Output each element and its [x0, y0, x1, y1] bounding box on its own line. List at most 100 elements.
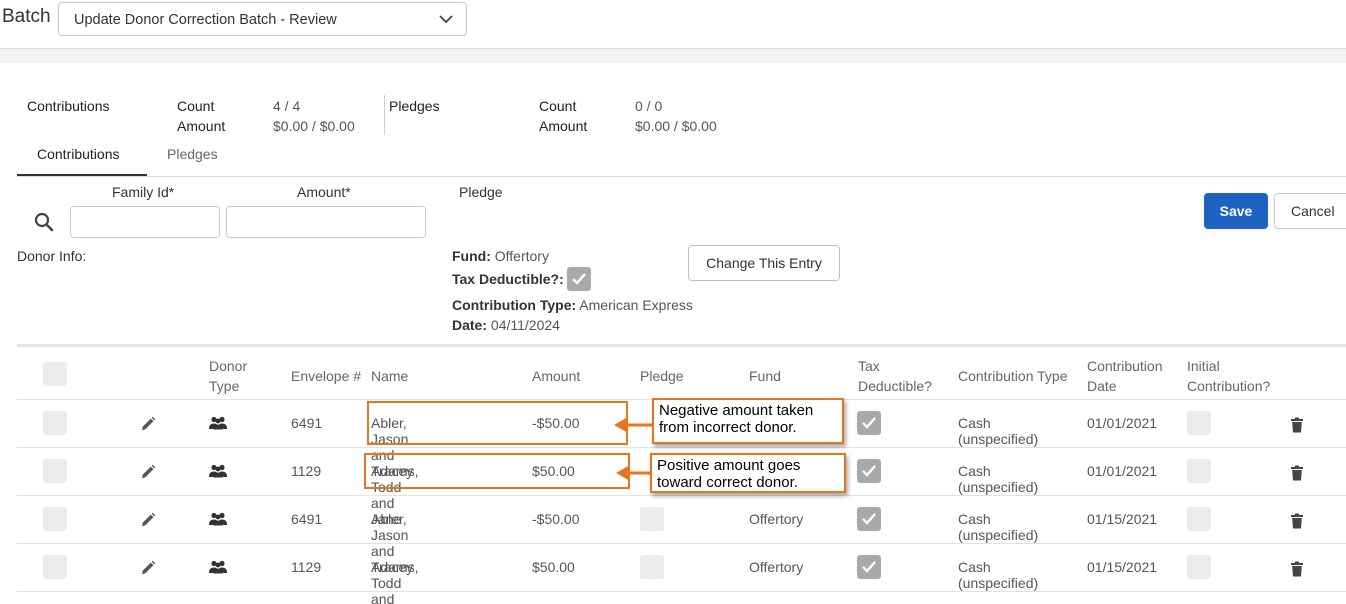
pencil-icon[interactable] [140, 512, 156, 531]
tab-divider [17, 176, 1346, 177]
people-icon [208, 464, 228, 481]
row-divider [17, 543, 1346, 544]
contribution-type-cell: Cash (unspecified) [958, 463, 1039, 495]
row-select-checkbox[interactable] [43, 555, 67, 579]
family-id-label: Family Id* [112, 184, 175, 200]
tax-info-label: Tax Deductible?: [452, 271, 564, 287]
pledge-label: Pledge [459, 184, 503, 200]
col-amount: Amount [532, 368, 581, 384]
col-initial-line1: Initial [1187, 358, 1220, 374]
pledges-summary-label: Pledges [389, 98, 440, 114]
col-donor-type-line2: Type [209, 378, 240, 394]
col-name: Name [371, 368, 409, 384]
tax-deductible-checkbox[interactable] [857, 555, 881, 579]
amount-input[interactable] [226, 206, 426, 238]
family-id-input[interactable] [70, 206, 220, 238]
col-initial-line2: Contribution? [1187, 378, 1271, 394]
chevron-down-icon [439, 15, 453, 24]
trash-icon[interactable] [1290, 465, 1304, 484]
row-divider [17, 447, 1346, 448]
arrow-left-icon [614, 417, 654, 433]
people-icon [208, 512, 228, 529]
col-tax-deductible: Tax Deductible? [858, 356, 932, 396]
amount-label: Amount* [297, 184, 351, 200]
trash-icon[interactable] [1290, 561, 1304, 580]
trash-icon[interactable] [1290, 417, 1304, 436]
pencil-icon[interactable] [140, 416, 156, 435]
highlight-box [364, 453, 630, 489]
row-select-checkbox[interactable] [43, 507, 67, 531]
col-date-line2: Date [1087, 378, 1117, 394]
contribution-date-cell: 01/01/2021 [1087, 463, 1158, 479]
row-divider [17, 591, 1346, 592]
tax-deductible-checkbox[interactable] [857, 459, 881, 483]
contribution-type-cell: Cash (unspecified) [958, 415, 1039, 447]
search-icon[interactable] [34, 212, 54, 232]
col-donor-type-line1: Donor [209, 358, 248, 374]
contrib-count-value: 4 / 4 [273, 98, 301, 114]
initial-contribution-checkbox[interactable] [1187, 555, 1211, 579]
contrib-amount-label: Amount [177, 118, 226, 134]
trash-icon[interactable] [1290, 513, 1304, 532]
highlight-box [367, 401, 628, 445]
grid-top-border [17, 344, 1346, 347]
pledge-amount-label: Amount [539, 118, 588, 134]
contributions-summary-label: Contributions [27, 98, 110, 114]
contribution-type-info-value: American Express [579, 297, 693, 313]
envelope-cell: 1129 [291, 559, 322, 575]
col-initial-contribution: Initial Contribution? [1187, 356, 1270, 396]
tab-pledges[interactable]: Pledges [167, 146, 218, 162]
fund-info-label: Fund: [452, 248, 491, 264]
contribution-date-cell: 01/15/2021 [1087, 559, 1158, 575]
batch-label: Batch [2, 6, 51, 27]
contrib-count-label: Count [177, 98, 215, 114]
pencil-icon[interactable] [140, 560, 156, 579]
initial-contribution-checkbox[interactable] [1187, 459, 1211, 483]
tab-contributions[interactable]: Contributions [37, 146, 120, 162]
pencil-icon[interactable] [140, 464, 156, 483]
batch-select[interactable]: Update Donor Correction Batch - Review [58, 2, 467, 36]
contribution-type-cell: Cash (unspecified) [958, 511, 1039, 543]
contrib-amount-value: $0.00 / $0.00 [273, 118, 355, 134]
amount-cell: -$50.00 [532, 511, 580, 527]
pledge-checkbox[interactable] [640, 555, 664, 579]
tax-deductible-checkbox[interactable] [857, 507, 881, 531]
callout-line: from incorrect donor. [659, 419, 797, 436]
date-info-value: 04/11/2024 [490, 317, 560, 333]
tax-deductible-checkbox[interactable] [857, 411, 881, 435]
col-tax-line2: Deductible? [858, 378, 932, 394]
callout-negative-amount: Negative amount taken from incorrect don… [652, 398, 844, 444]
cancel-button[interactable]: Cancel [1274, 193, 1346, 229]
section-divider [0, 49, 1346, 63]
pledge-checkbox[interactable] [640, 507, 664, 531]
initial-contribution-checkbox[interactable] [1187, 507, 1211, 531]
select-all-checkbox[interactable] [43, 362, 67, 386]
pledge-amount-value: $0.00 / $0.00 [635, 118, 717, 134]
pledge-count-label: Count [539, 98, 577, 114]
callout-line: Negative amount taken [659, 402, 814, 419]
fund-info-value: Offertory [494, 248, 549, 264]
row-select-checkbox[interactable] [43, 411, 67, 435]
col-fund: Fund [749, 368, 781, 384]
change-entry-button[interactable]: Change This Entry [688, 245, 840, 281]
tax-deductible-checkbox[interactable] [567, 267, 591, 291]
contribution-date-cell: 01/01/2021 [1087, 415, 1158, 431]
envelope-cell: 6491 [291, 415, 323, 431]
contribution-type-info-label: Contribution Type: [452, 297, 577, 313]
batch-select-value: Update Donor Correction Batch - Review [74, 12, 337, 28]
col-pledge: Pledge [640, 368, 684, 384]
col-date-line1: Contribution [1087, 358, 1163, 374]
amount-cell: $50.00 [532, 559, 575, 575]
envelope-cell: 6491 [291, 511, 323, 527]
contribution-date-cell: 01/15/2021 [1087, 511, 1158, 527]
callout-line: toward correct donor. [657, 474, 798, 491]
fund-cell: Offertory [749, 559, 804, 575]
col-tax-line1: Tax [858, 358, 880, 374]
initial-contribution-checkbox[interactable] [1187, 411, 1211, 435]
col-donor-type: Donor Type [209, 356, 247, 396]
contribution-type-info: Contribution Type: American Express [452, 297, 693, 313]
donor-info-label: Donor Info: [17, 248, 87, 264]
save-button[interactable]: Save [1204, 193, 1268, 229]
row-select-checkbox[interactable] [43, 459, 67, 483]
row-divider [17, 495, 1346, 496]
